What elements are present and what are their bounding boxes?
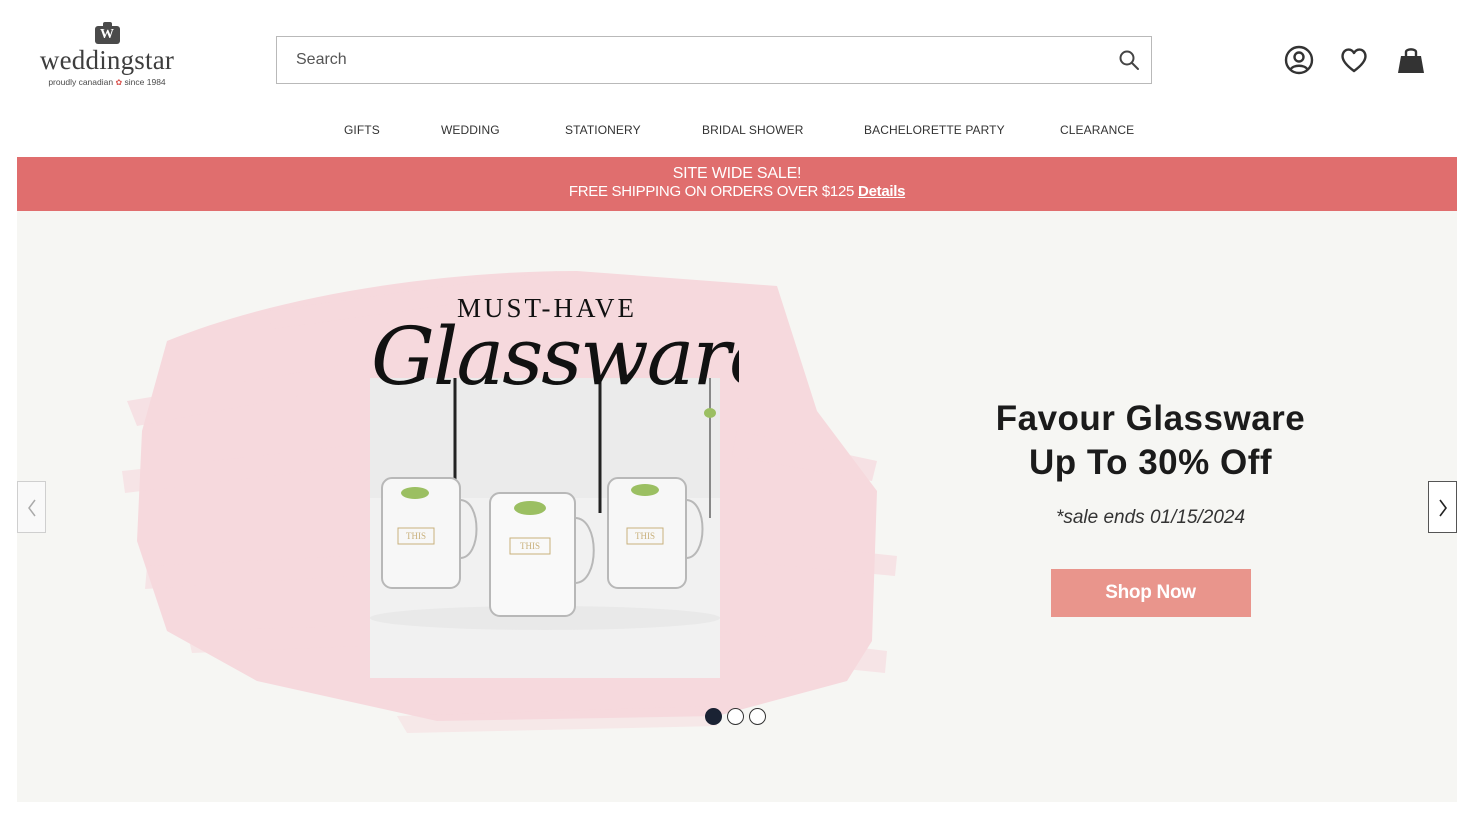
wishlist-heart-icon[interactable]	[1338, 44, 1370, 76]
chevron-right-icon	[1439, 499, 1447, 517]
jar-label: THIS	[406, 531, 426, 541]
logo-badge: W	[94, 22, 120, 44]
nav-item-bachelorette-party[interactable]: BACHELORETTE PARTY	[864, 123, 1005, 137]
shopping-bag-icon[interactable]	[1394, 43, 1428, 77]
maple-leaf-icon: ✿	[115, 78, 123, 87]
promo-shipping: FREE SHIPPING ON ORDERS OVER $125 Details	[568, 183, 906, 200]
hero-carousel: THIS THIS THIS MUST-HAVE Glassware Favou…	[17, 211, 1457, 802]
search-icon[interactable]	[1117, 48, 1141, 72]
logo-wordmark: weddingstar	[39, 45, 175, 75]
shop-now-button[interactable]: Shop Now	[1050, 569, 1251, 617]
promo-details-link[interactable]: Details	[858, 183, 905, 200]
carousel-dot-1[interactable]	[705, 708, 722, 725]
carousel-dot-3[interactable]	[749, 708, 766, 725]
carousel-pagination	[705, 708, 771, 725]
glassware-script-title: Glassware	[371, 310, 739, 403]
hero-title-line1: Favour Glassware	[995, 399, 1306, 438]
glassware-photo: THIS THIS THIS	[370, 378, 720, 678]
nav-item-gifts[interactable]: GIFTS	[344, 123, 380, 137]
search-input[interactable]	[277, 37, 1097, 83]
hero-title-line2: Up To 30% Off	[1028, 443, 1273, 482]
logo-tagline: proudly canadian ✿ since 1984	[48, 77, 166, 87]
jar-label: THIS	[635, 531, 655, 541]
nav-item-bridal-shower[interactable]: BRIDAL SHOWER	[702, 123, 804, 137]
nav-item-wedding[interactable]: WEDDING	[441, 123, 500, 137]
chevron-left-icon	[28, 499, 36, 517]
weddingstar-logo[interactable]: W weddingstar proudly canadian ✿ since 1…	[36, 22, 178, 96]
search-bar	[276, 36, 1152, 84]
hero-text: Favour Glassware Up To 30% Off *sale end…	[978, 397, 1323, 617]
jar-label: THIS	[520, 541, 540, 551]
main-nav: GIFTS WEDDING STATIONERY BRIDAL SHOWER B…	[0, 123, 1476, 139]
carousel-next-button[interactable]	[1428, 481, 1457, 533]
promo-banner: SITE WIDE SALE! FREE SHIPPING ON ORDERS …	[17, 157, 1457, 211]
nav-item-clearance[interactable]: CLEARANCE	[1060, 123, 1134, 137]
svg-text:Glassware: Glassware	[371, 310, 739, 403]
promo-headline: SITE WIDE SALE!	[672, 165, 802, 182]
account-icon[interactable]	[1283, 44, 1315, 76]
carousel-prev-button[interactable]	[17, 481, 46, 533]
nav-item-stationery[interactable]: STATIONERY	[565, 123, 641, 137]
sale-end-note: *sale ends 01/15/2024	[1055, 507, 1246, 528]
carousel-dot-2[interactable]	[727, 708, 744, 725]
